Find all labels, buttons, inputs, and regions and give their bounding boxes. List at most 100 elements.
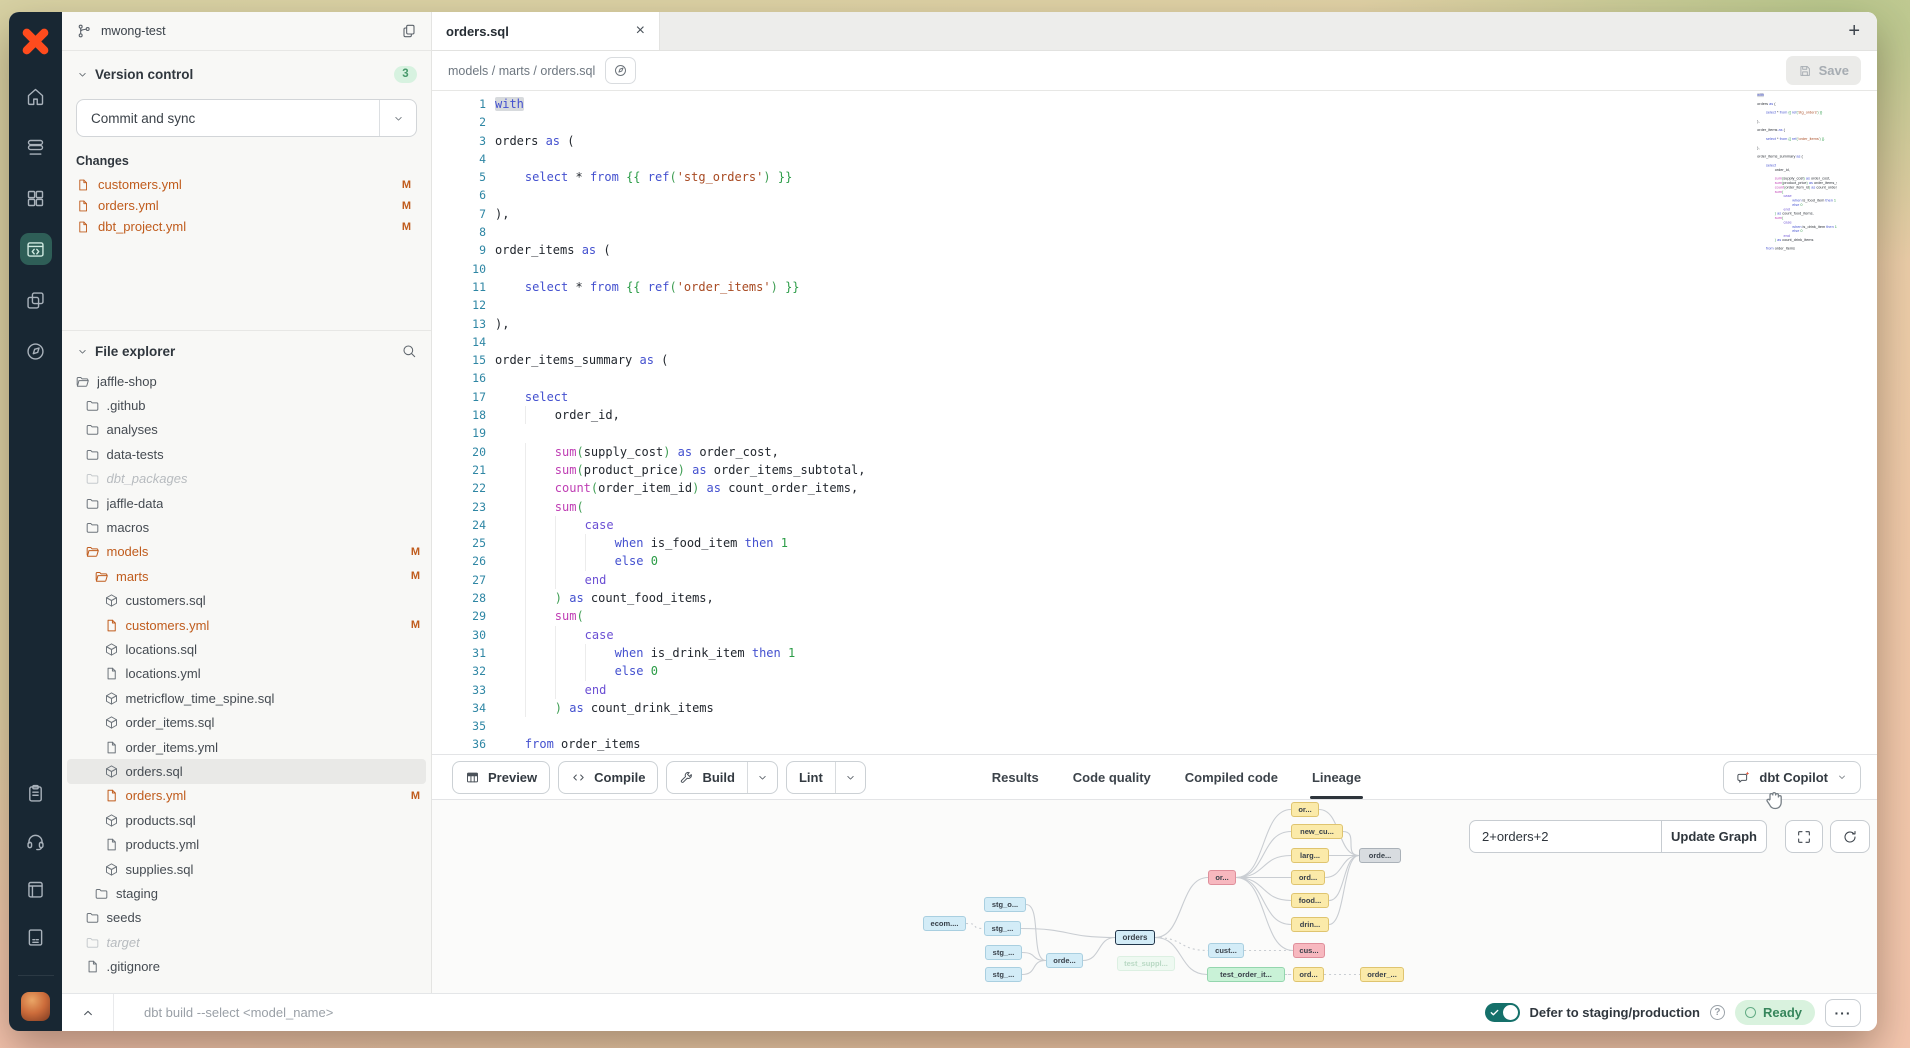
line-number: 28 — [432, 589, 486, 607]
commit-and-sync-button[interactable]: Commit and sync — [76, 99, 417, 137]
lineage-node[interactable]: food... — [1291, 893, 1329, 908]
save-button[interactable]: Save — [1786, 56, 1861, 85]
tree-item-customers.sql[interactable]: customers.sql — [67, 589, 426, 613]
nav-item-explore[interactable] — [20, 335, 52, 367]
lineage-node[interactable]: ord... — [1293, 967, 1324, 982]
lineage-node[interactable]: new_cu... — [1291, 824, 1343, 839]
nav-item-ide[interactable] — [20, 233, 52, 265]
lineage-node[interactable]: test_suppl... — [1117, 956, 1175, 971]
tree-item-models[interactable]: modelsM — [67, 540, 426, 564]
lineage-node[interactable]: or... — [1208, 870, 1236, 885]
code-line: 4 — [432, 150, 1877, 168]
line-number: 27 — [432, 571, 486, 589]
lineage-node[interactable]: larg... — [1291, 848, 1329, 863]
tree-item-.github[interactable]: .github — [67, 393, 426, 417]
lineage-selector-input[interactable] — [1470, 821, 1661, 852]
tree-item-jaffle-shop[interactable]: jaffle-shop — [67, 369, 426, 393]
nav-item-docs[interactable] — [20, 873, 52, 905]
refresh-button[interactable] — [1830, 820, 1870, 853]
open-in-lineage-button[interactable] — [605, 57, 636, 84]
tree-item-dbt_packages[interactable]: dbt_packages — [67, 467, 426, 491]
tree-item-supplies.sql[interactable]: supplies.sql — [67, 857, 426, 881]
build-button[interactable]: Build — [666, 761, 778, 794]
lineage-node[interactable]: orde... — [1046, 953, 1083, 968]
tab-code-quality[interactable]: Code quality — [1073, 755, 1151, 799]
modified-badge: M — [402, 200, 411, 212]
new-tab-button[interactable]: + — [1848, 21, 1860, 41]
avatar[interactable] — [21, 992, 50, 1021]
lineage-node[interactable]: drin... — [1291, 917, 1329, 932]
compile-button[interactable]: Compile — [558, 761, 658, 794]
dbt-logo-icon[interactable] — [19, 25, 52, 58]
tree-item-marts[interactable]: martsM — [67, 564, 426, 588]
changed-file[interactable]: dbt_project.ymlM — [76, 216, 417, 237]
tab-results[interactable]: Results — [992, 755, 1039, 799]
tree-item-target[interactable]: target — [67, 930, 426, 954]
tree-item-orders.sql[interactable]: orders.sql — [67, 759, 426, 783]
lineage-node[interactable]: cust... — [1208, 943, 1244, 958]
tree-item-.gitignore[interactable]: .gitignore — [67, 954, 426, 978]
lineage-node[interactable]: ord... — [1291, 870, 1325, 885]
tree-item-staging[interactable]: staging — [67, 881, 426, 905]
tree-item-jaffle-data[interactable]: jaffle-data — [67, 491, 426, 515]
tree-item-products.yml[interactable]: products.yml — [67, 832, 426, 856]
nav-item-workspace[interactable] — [20, 921, 52, 953]
tab-orders-sql[interactable]: orders.sql × — [432, 12, 660, 50]
indent-guide — [495, 498, 525, 516]
fullscreen-button[interactable] — [1785, 820, 1823, 853]
code-editor[interactable]: 1with23orders as (45select * from {{ ref… — [432, 91, 1877, 754]
build-options-caret[interactable] — [747, 762, 777, 793]
tree-item-products.sql[interactable]: products.sql — [67, 808, 426, 832]
lineage-node[interactable]: orde... — [1359, 848, 1401, 863]
defer-toggle[interactable] — [1485, 1003, 1520, 1022]
tree-item-orders.yml[interactable]: orders.ymlM — [67, 784, 426, 808]
lineage-node[interactable]: or... — [1291, 802, 1319, 817]
tree-item-order_items.sql[interactable]: order_items.sql — [67, 710, 426, 734]
lint-options-caret[interactable] — [835, 762, 865, 793]
tree-item-customers.yml[interactable]: customers.ymlM — [67, 613, 426, 637]
tree-item-data-tests[interactable]: data-tests — [67, 442, 426, 466]
lineage-node[interactable]: stg_... — [985, 945, 1022, 960]
commit-options-caret[interactable] — [379, 100, 416, 136]
tree-item-macros[interactable]: macros — [67, 515, 426, 539]
nav-item-changelog[interactable] — [20, 777, 52, 809]
lineage-node[interactable]: ecom.... — [923, 916, 966, 931]
branch-row[interactable]: mwong-test — [62, 12, 431, 51]
lineage-node[interactable]: orders — [1115, 930, 1155, 945]
changed-file[interactable]: orders.ymlM — [76, 195, 417, 216]
tab-lineage[interactable]: Lineage — [1312, 755, 1361, 799]
tree-item-order_items.yml[interactable]: order_items.yml — [67, 735, 426, 759]
token: ) — [771, 280, 778, 294]
search-icon[interactable] — [401, 343, 417, 359]
tree-item-locations.sql[interactable]: locations.sql — [67, 637, 426, 661]
expand-command-bar-button[interactable] — [62, 994, 114, 1031]
info-icon[interactable]: ? — [1710, 1005, 1725, 1020]
tree-item-analyses[interactable]: analyses — [67, 418, 426, 442]
update-graph-button[interactable]: Update Graph — [1661, 821, 1766, 852]
duplicate-icon[interactable] — [401, 23, 417, 39]
lineage-node[interactable]: stg_... — [985, 967, 1022, 982]
file-explorer-header[interactable]: File explorer — [62, 333, 431, 369]
more-options-button[interactable]: ··· — [1825, 999, 1861, 1027]
lineage-node[interactable]: cus... — [1293, 943, 1325, 958]
nav-item-orchestration[interactable] — [20, 284, 52, 316]
tree-item-locations.yml[interactable]: locations.yml — [67, 662, 426, 686]
nav-item-support[interactable] — [20, 825, 52, 857]
lint-button[interactable]: Lint — [786, 761, 866, 794]
lineage-node[interactable]: stg_o... — [984, 897, 1026, 912]
tree-item-metricflow_time_spine.sql[interactable]: metricflow_time_spine.sql — [67, 686, 426, 710]
tree-item-seeds[interactable]: seeds — [67, 906, 426, 930]
dbt-copilot-button[interactable]: dbt Copilot — [1723, 761, 1861, 794]
lineage-node[interactable]: test_order_it... — [1207, 967, 1285, 982]
changed-file[interactable]: customers.ymlM — [76, 174, 417, 195]
command-input[interactable]: dbt build --select <model_name> — [144, 1005, 333, 1020]
close-icon[interactable]: × — [636, 23, 645, 39]
tab-compiled-code[interactable]: Compiled code — [1185, 755, 1278, 799]
version-control-header[interactable]: Version control 3 — [76, 61, 417, 87]
nav-item-home[interactable] — [20, 80, 52, 112]
preview-button[interactable]: Preview — [452, 761, 550, 794]
lineage-node[interactable]: order_... — [1360, 967, 1404, 982]
lineage-node[interactable]: stg_... — [984, 921, 1021, 936]
nav-item-environments[interactable] — [20, 131, 52, 163]
nav-item-apps[interactable] — [20, 182, 52, 214]
